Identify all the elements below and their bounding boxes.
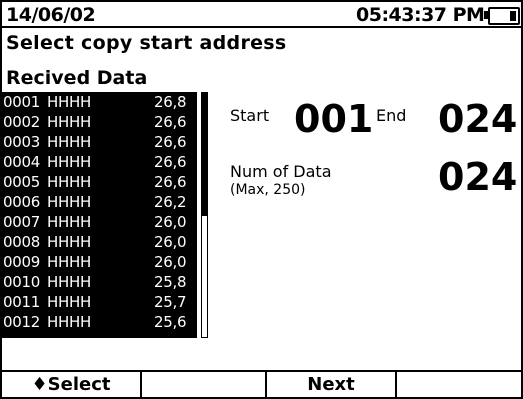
row-code: HHHH [47,233,91,251]
start-label: Start [230,106,270,125]
list-item[interactable]: 0004 HHHH 26,6 [2,152,197,172]
row-value: 26,6 [154,173,187,191]
list-item[interactable]: 0010 HHHH 25,8 [2,272,197,292]
row-value: 26,0 [154,213,187,231]
softkey-4[interactable] [397,372,521,397]
status-time: 05:43:37 PM [356,4,485,26]
device-screen: 14/06/02 05:43:37 PM Select copy start a… [2,2,521,397]
battery-low-icon [484,7,520,25]
row-value: 26,0 [154,253,187,271]
row-code: HHHH [47,113,91,131]
row-code: HHHH [47,253,91,271]
softkey-2[interactable] [142,372,267,397]
list-item[interactable]: 0008 HHHH 26,0 [2,232,197,252]
list-item[interactable]: 0009 HHHH 26,0 [2,252,197,272]
row-code: HHHH [47,213,91,231]
list-item[interactable]: 0001 HHHH 26,8 [2,92,197,112]
row-id: 0001 [3,93,40,111]
battery-fill [510,11,516,21]
row-value: 26,6 [154,113,187,131]
list-scrollbar[interactable] [201,92,208,338]
row-id: 0004 [3,153,40,171]
row-id: 0006 [3,193,40,211]
row-code: HHHH [47,173,91,191]
row-value: 26,6 [154,153,187,171]
row-value: 25,6 [154,313,187,331]
row-id: 0005 [3,173,40,191]
num-of-data-label: Num of Data [230,162,332,181]
next-softkey[interactable]: Next [267,372,397,397]
row-code: HHHH [47,313,91,331]
row-code: HHHH [47,133,91,151]
row-id: 0010 [3,273,40,291]
row-id: 0011 [3,293,40,311]
row-code: HHHH [47,193,91,211]
scrollbar-thumb[interactable] [202,93,207,216]
end-value[interactable]: 024 [438,99,517,139]
row-id: 0012 [3,313,40,331]
list-item[interactable]: 0002 HHHH 26,6 [2,112,197,132]
softkey-bar: ♦Select Next [2,370,521,397]
row-value: 25,7 [154,293,187,311]
row-code: HHHH [47,93,91,111]
row-code: HHHH [47,153,91,171]
row-value: 26,8 [154,93,187,111]
list-item[interactable]: 0003 HHHH 26,6 [2,132,197,152]
list-title: Recived Data [6,67,148,89]
row-id: 0008 [3,233,40,251]
list-item[interactable]: 0012 HHHH 25,6 [2,312,197,332]
row-value: 26,2 [154,193,187,211]
row-code: HHHH [47,293,91,311]
list-item[interactable]: 0007 HHHH 26,0 [2,212,197,232]
status-date: 14/06/02 [6,4,96,26]
status-bar: 14/06/02 05:43:37 PM [2,2,521,28]
row-id: 0009 [3,253,40,271]
list-item[interactable]: 0011 HHHH 25,7 [2,292,197,312]
battery-body [488,7,520,25]
row-code: HHHH [47,273,91,291]
end-label: End [376,106,407,125]
page-title: Select copy start address [6,32,287,54]
row-value: 25,8 [154,273,187,291]
received-data-list[interactable]: 0001 HHHH 26,8 0002 HHHH 26,6 0003 HHHH … [2,92,197,338]
select-softkey[interactable]: ♦Select [2,372,142,397]
row-value: 26,0 [154,233,187,251]
start-value[interactable]: 001 [294,99,373,139]
row-id: 0002 [3,113,40,131]
list-item[interactable]: 0006 HHHH 26,2 [2,192,197,212]
list-item[interactable]: 0005 HHHH 26,6 [2,172,197,192]
row-id: 0007 [3,213,40,231]
num-of-data-note: (Max, 250) [230,182,306,198]
row-value: 26,6 [154,133,187,151]
row-id: 0003 [3,133,40,151]
num-of-data-value: 024 [438,155,518,199]
